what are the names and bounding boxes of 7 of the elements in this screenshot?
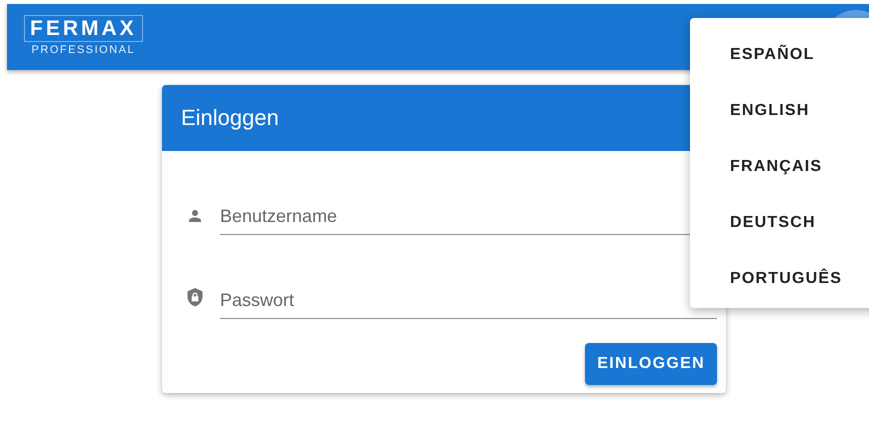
user-icon [186,207,204,225]
shield-lock-icon [185,287,205,309]
language-option[interactable]: FRANÇAIS [690,148,862,186]
login-button[interactable]: EINLOGGEN [585,343,717,385]
logo-brand: FERMAX [24,15,143,42]
logo-tagline: PROFESSIONAL [32,44,136,56]
language-option[interactable]: ESPAÑOL [690,36,855,74]
